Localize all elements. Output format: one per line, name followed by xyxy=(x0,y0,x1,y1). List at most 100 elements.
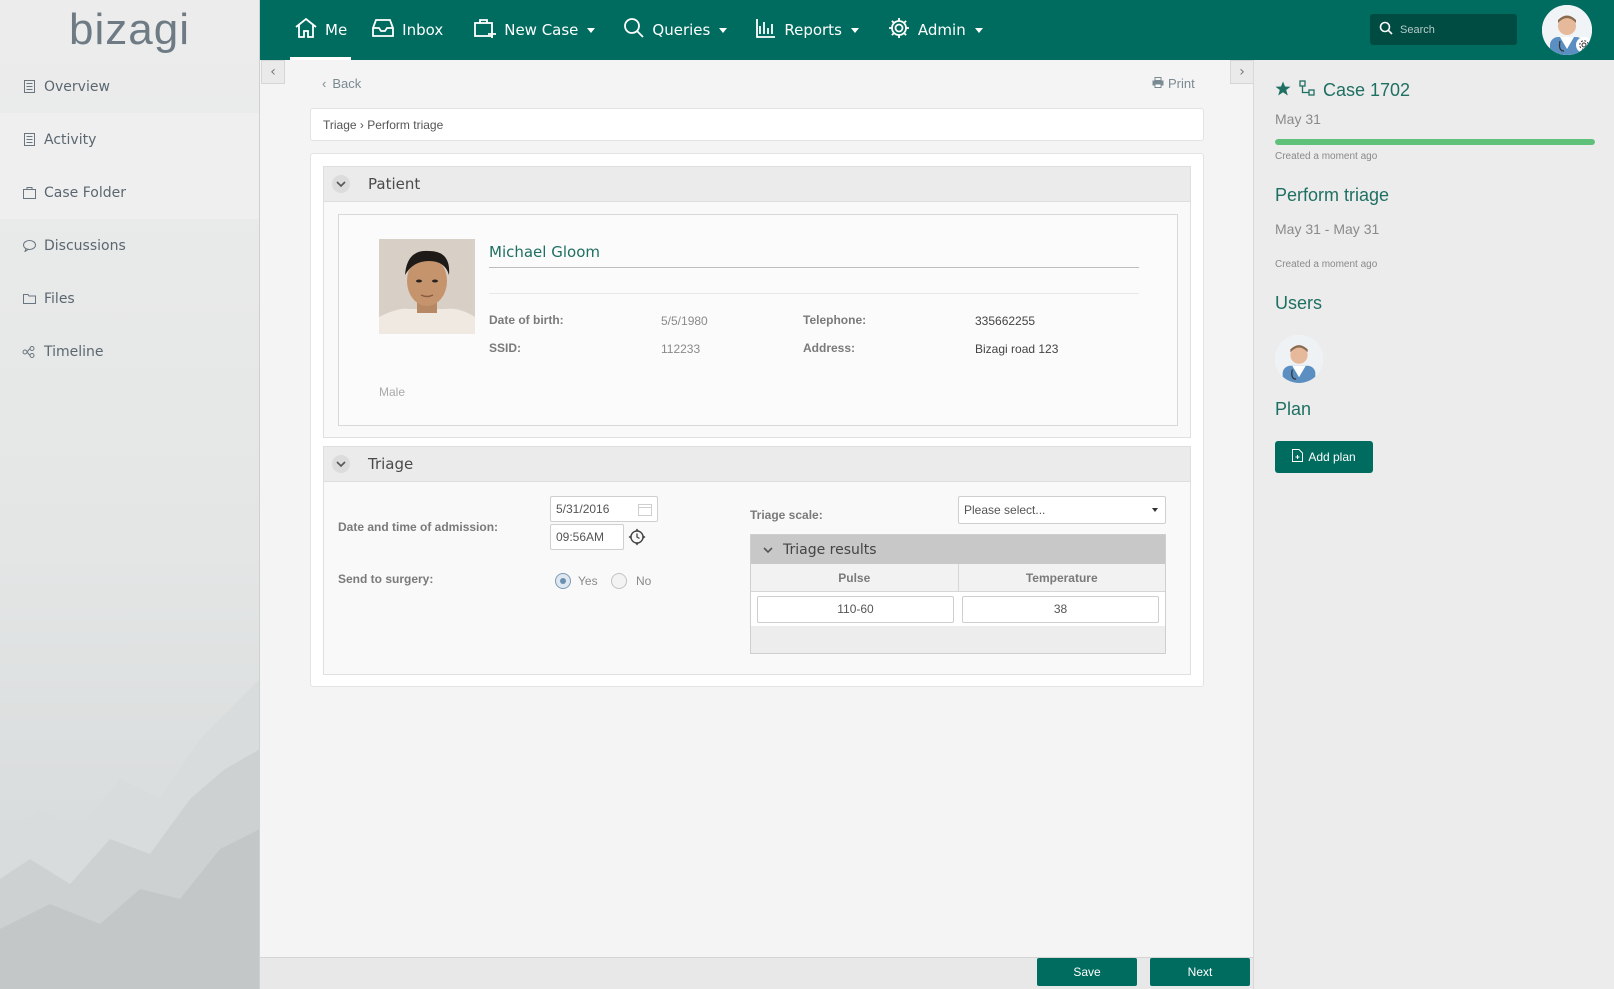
gear-icon[interactable] xyxy=(1576,37,1592,53)
column-header-pulse[interactable]: Pulse xyxy=(751,564,959,591)
address-value: Bizagi road 123 xyxy=(975,342,1059,356)
clock-icon[interactable] xyxy=(628,528,646,550)
sidebar-item-timeline[interactable]: Timeline xyxy=(0,325,259,378)
folder-icon xyxy=(22,186,36,200)
nav-label: New Case xyxy=(504,21,579,39)
print-label: Print xyxy=(1168,76,1195,91)
chevron-down-icon xyxy=(850,27,859,33)
chevron-down-icon xyxy=(1152,508,1158,512)
folder-icon xyxy=(22,292,36,306)
chevron-down-icon[interactable] xyxy=(763,542,773,558)
divider xyxy=(489,293,1139,294)
chevron-down-icon xyxy=(974,27,983,33)
nav-label: Reports xyxy=(784,21,842,39)
admission-date-value: 5/31/2016 xyxy=(556,502,610,516)
nav-label: Queries xyxy=(652,21,711,39)
sidebar-item-label: Timeline xyxy=(44,343,104,360)
collapse-right-panel-button[interactable]: › xyxy=(1230,60,1254,84)
case-title: Case 1702 xyxy=(1323,80,1411,100)
chevron-down-icon xyxy=(587,27,596,33)
dob-label: Date of birth: xyxy=(489,313,564,327)
nav-label: Me xyxy=(325,21,348,39)
chevron-down-icon[interactable] xyxy=(332,455,350,473)
sidebar-item-label: Overview xyxy=(44,78,110,95)
triage-results-header[interactable]: Triage results xyxy=(751,535,1165,564)
search-icon xyxy=(1379,21,1393,39)
sidebar-item-files[interactable]: Files xyxy=(0,272,259,325)
nav-label: Admin xyxy=(917,21,966,39)
nav-new-case[interactable]: New Case xyxy=(461,0,607,60)
telephone-label: Telephone: xyxy=(803,313,867,327)
triage-results-grid: Triage results Pulse Temperature 110-60 … xyxy=(750,534,1166,654)
column-header-temperature[interactable]: Temperature xyxy=(959,564,1166,591)
chevron-left-icon: ‹ xyxy=(270,64,276,80)
patient-card: Michael Gloom Date of birth: 5/5/1980 Te… xyxy=(338,214,1178,426)
case-progress-fill xyxy=(1275,139,1595,145)
nav-label: Inbox xyxy=(402,21,444,39)
patient-panel-body: Michael Gloom Date of birth: 5/5/1980 Te… xyxy=(323,202,1191,438)
chevron-down-icon[interactable] xyxy=(332,175,350,193)
search-box[interactable] xyxy=(1370,14,1517,45)
next-button[interactable]: Next xyxy=(1150,958,1250,986)
back-label: Back xyxy=(332,76,362,91)
triage-results-columns: Pulse Temperature xyxy=(751,564,1165,592)
user-avatar[interactable] xyxy=(1542,5,1592,55)
nav-inbox[interactable]: Inbox xyxy=(359,0,455,60)
nav-admin[interactable]: Admin xyxy=(875,0,995,60)
pulse-cell[interactable]: 110-60 xyxy=(757,595,954,623)
search-input[interactable] xyxy=(1400,23,1500,36)
document-plus-icon xyxy=(1292,449,1304,465)
triage-panel-title: Triage xyxy=(368,455,414,473)
surgery-yes-radio[interactable] xyxy=(555,573,571,589)
save-button[interactable]: Save xyxy=(1037,958,1137,986)
nav-me[interactable]: Me xyxy=(282,0,359,60)
sidebar-item-activity[interactable]: Activity xyxy=(0,113,259,166)
telephone-value: 335662255 xyxy=(975,314,1036,328)
dob-value: 5/5/1980 xyxy=(661,314,708,328)
home-icon xyxy=(294,17,318,43)
sidebar-item-overview[interactable]: Overview xyxy=(0,60,259,113)
task-dates: May 31 - May 31 xyxy=(1275,221,1380,237)
chart-icon xyxy=(755,17,777,43)
nav-queries[interactable]: Queries xyxy=(611,0,739,60)
surgery-no-label: No xyxy=(636,574,652,588)
sidebar-item-discussions[interactable]: Discussions xyxy=(0,219,259,272)
chevron-down-icon xyxy=(719,27,728,33)
calendar-icon[interactable] xyxy=(638,503,652,519)
sidebar-item-label: Case Folder xyxy=(44,184,126,201)
left-sidebar: bizagi Overview Activity Case Folder Dis… xyxy=(0,0,260,989)
case-created-text: Created a moment ago xyxy=(1275,151,1378,162)
collapse-left-sidebar-button[interactable]: ‹ xyxy=(261,60,285,84)
timeline-icon xyxy=(22,345,36,359)
print-link[interactable]: Print xyxy=(1152,76,1195,91)
case-progress-bar xyxy=(1275,139,1595,145)
add-plan-button[interactable]: Add plan xyxy=(1275,441,1373,473)
surgery-yes-label: Yes xyxy=(578,574,598,588)
triage-scale-label: Triage scale: xyxy=(750,508,823,522)
nav-reports[interactable]: Reports xyxy=(743,0,871,60)
chat-bubble-icon xyxy=(22,239,36,253)
ssid-label: SSID: xyxy=(489,341,522,355)
process-icon xyxy=(1299,80,1315,101)
document-icon xyxy=(22,80,36,94)
address-label: Address: xyxy=(803,341,856,355)
plan-title: Plan xyxy=(1275,399,1312,419)
sidebar-item-case-folder[interactable]: Case Folder xyxy=(0,166,259,219)
surgery-no-radio[interactable] xyxy=(611,573,627,589)
admission-date-field[interactable]: 5/31/2016 xyxy=(550,496,658,522)
form-card: Patient Michael Gloom Date of birth: 5/5… xyxy=(310,153,1204,687)
right-summary-panel: Case 1702 May 31 Created a moment ago Pe… xyxy=(1253,60,1614,989)
assigned-user-avatar[interactable] xyxy=(1275,335,1323,383)
gear-icon xyxy=(887,16,911,44)
patient-panel-header[interactable]: Patient xyxy=(323,166,1191,202)
admission-time-field[interactable]: 09:56AM xyxy=(550,524,624,550)
case-title-row: Case 1702 xyxy=(1275,80,1410,101)
search-icon xyxy=(623,17,645,43)
back-link[interactable]: ‹ Back xyxy=(322,76,361,91)
triage-panel-body: Date and time of admission: 5/31/2016 09… xyxy=(323,482,1191,675)
triage-scale-select[interactable]: Please select... xyxy=(958,496,1166,524)
star-icon[interactable] xyxy=(1275,80,1291,101)
triage-panel-header[interactable]: Triage xyxy=(323,446,1191,482)
document-icon xyxy=(22,133,36,147)
temperature-cell[interactable]: 38 xyxy=(962,595,1159,623)
